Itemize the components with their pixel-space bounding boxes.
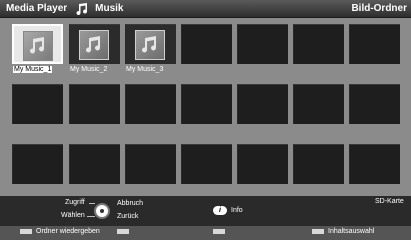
color-key-button[interactable] — [117, 229, 129, 234]
empty-tile — [125, 144, 176, 184]
inhaltsauswahl-label: Inhaltsauswahl — [328, 228, 375, 235]
empty-tile — [237, 84, 288, 124]
empty-tile — [293, 84, 344, 124]
music-folder-icon — [135, 30, 165, 60]
folder-label: My Music_1 — [13, 66, 53, 73]
color-key-button[interactable] — [213, 229, 225, 234]
empty-tile — [237, 24, 288, 64]
folder-tile-my-music-2[interactable] — [69, 24, 120, 64]
empty-tile — [69, 84, 120, 124]
empty-tile — [69, 144, 120, 184]
empty-tile — [181, 24, 232, 64]
empty-tile — [349, 84, 400, 124]
empty-tile — [349, 24, 400, 64]
info-icon[interactable]: i — [213, 206, 227, 215]
color-key-button[interactable] — [312, 229, 324, 234]
empty-tile — [237, 144, 288, 184]
empty-tile — [181, 144, 232, 184]
music-folder-icon — [79, 30, 109, 60]
empty-tile — [12, 144, 63, 184]
empty-tile — [293, 144, 344, 184]
content-grid: My Music_1 My Music_2 My Music_3 — [0, 18, 411, 196]
app-title: Media Player — [6, 3, 68, 14]
folder-tile-my-music-1[interactable] — [12, 24, 63, 64]
empty-tile — [181, 84, 232, 124]
sd-card-label[interactable]: SD-Karte — [375, 198, 404, 205]
connector-line — [87, 216, 95, 217]
header-bar: Media Player Musik Bild-Ordner — [0, 0, 411, 18]
zurueck-label: Zurück — [117, 213, 139, 220]
empty-tile — [125, 84, 176, 124]
zugriff-label: Zugriff — [65, 199, 85, 206]
view-mode-label[interactable]: Bild-Ordner — [351, 3, 407, 14]
empty-tile — [12, 84, 63, 124]
empty-tile — [349, 144, 400, 184]
connector-line — [89, 203, 95, 204]
ordner-wiedergeben-label: Ordner wiedergeben — [36, 228, 100, 235]
navigation-ring-icon — [94, 203, 110, 219]
empty-tile — [293, 24, 344, 64]
music-folder-icon — [23, 31, 53, 61]
folder-label: My Music_2 — [70, 66, 108, 73]
color-key-button[interactable] — [20, 229, 32, 234]
music-note-icon — [75, 2, 89, 16]
abbruch-label: Abbruch — [117, 200, 144, 207]
folder-tile-my-music-3[interactable] — [125, 24, 176, 64]
section-title: Musik — [95, 3, 124, 14]
folder-label: My Music_3 — [126, 66, 164, 73]
info-label: Info — [231, 207, 243, 214]
waehlen-label: Wählen — [61, 212, 85, 219]
